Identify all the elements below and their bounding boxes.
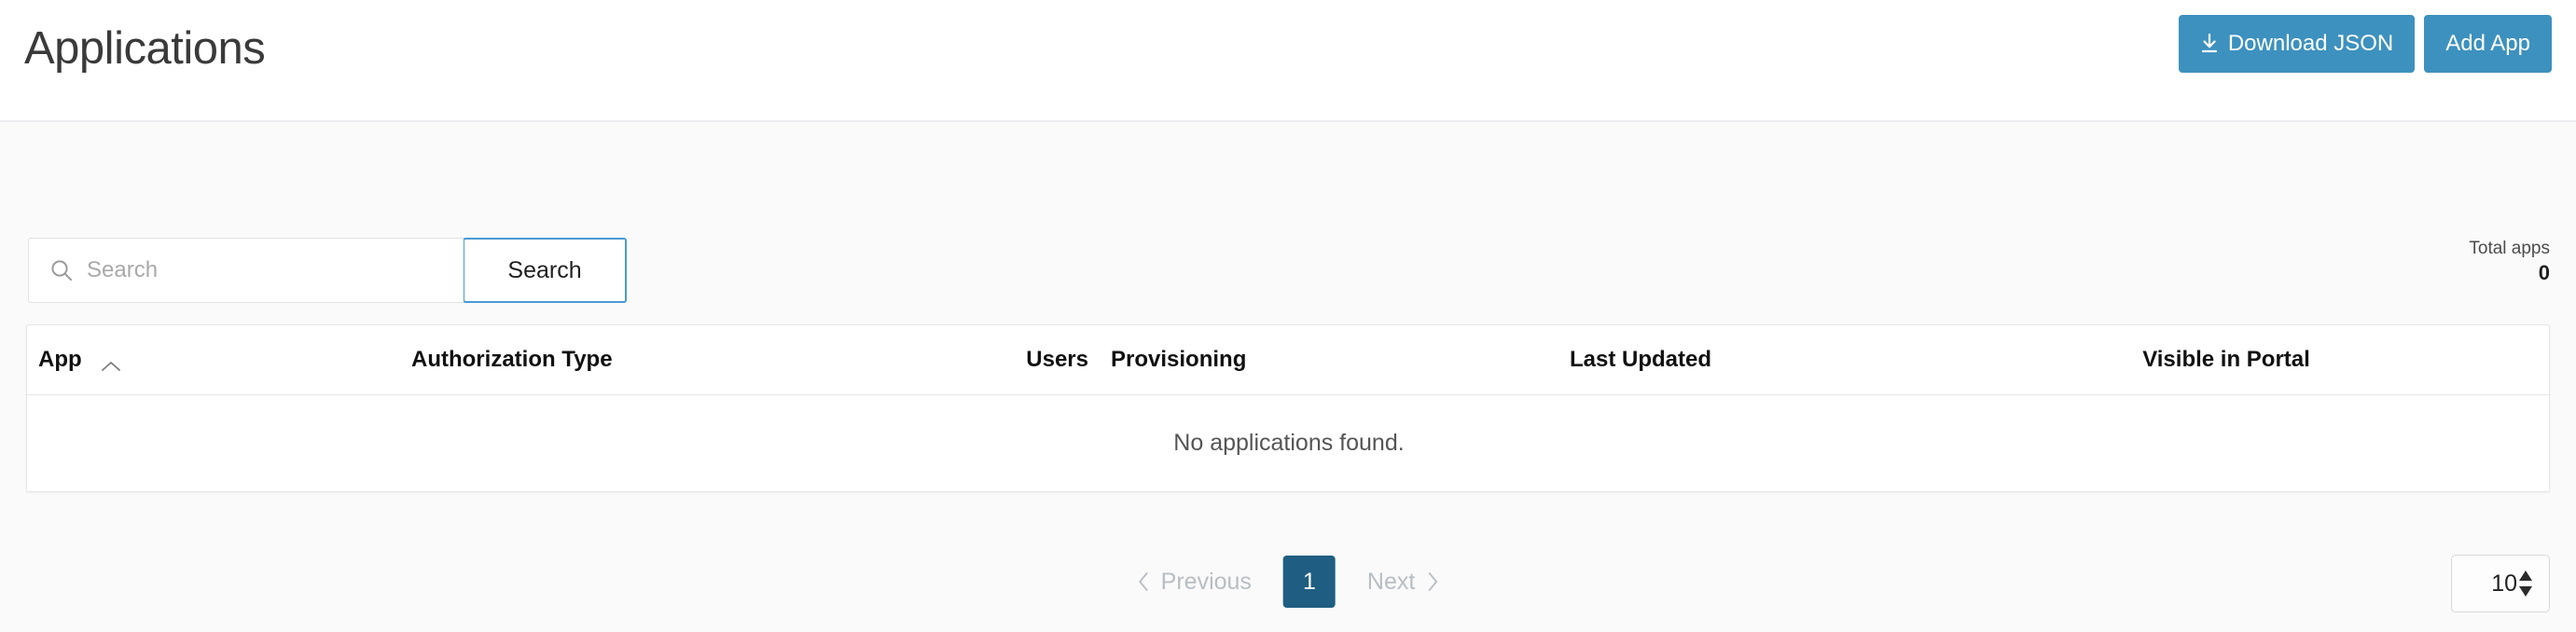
previous-page-label: Previous [1160,568,1252,595]
total-apps-summary: Total apps 0 [2469,238,2550,285]
pagination: Previous 1 Next [1119,556,1458,608]
toolbar: Search Total apps 0 [0,122,2576,324]
chevron-left-icon [1138,571,1150,592]
download-json-button[interactable]: Download JSON [2178,15,2416,73]
search-group: Search [28,238,627,303]
table-header: App Authorization Type Users Provisionin… [27,325,2549,395]
column-header-provisioning-label: Provisioning [1111,346,1247,372]
add-app-label: Add App [2445,31,2530,56]
search-field[interactable] [28,238,464,303]
column-header-last-updated[interactable]: Last Updated [1379,325,1902,395]
empty-state-message: No applications found. [1173,429,1405,456]
total-apps-value: 0 [2538,260,2550,284]
column-header-provisioning[interactable]: Provisioning [1100,325,1379,395]
column-header-users[interactable]: Users [838,325,1100,395]
search-submit-button[interactable]: Search [463,238,627,303]
column-header-authorization-type-label: Authorization Type [411,346,613,372]
previous-page-button[interactable]: Previous [1119,561,1270,603]
column-header-authorization-type[interactable]: Authorization Type [400,325,838,395]
table-empty-row: No applications found. [27,394,2549,491]
table-body: No applications found. [27,394,2549,491]
chevron-up-icon [101,353,121,372]
total-apps-label: Total apps [2469,239,2550,258]
chevron-right-icon [1426,571,1438,592]
add-app-button[interactable]: Add App [2424,15,2552,73]
pagination-bar: Previous 1 Next 102550100 [0,548,2576,632]
column-header-app[interactable]: App [27,325,400,395]
search-submit-label: Search [507,256,582,283]
header-actions: Download JSON Add App [2178,15,2552,73]
column-header-users-label: Users [1026,346,1088,372]
table-header-row: App Authorization Type Users Provisionin… [27,325,2549,395]
download-json-label: Download JSON [2227,31,2394,56]
column-header-visible-in-portal-label: Visible in Portal [2142,346,2310,372]
page-size-wrapper: 102550100 [2451,555,2550,612]
search-input[interactable] [29,239,464,302]
applications-page: Applications Download JSON Add App Searc… [0,0,2576,632]
column-header-visible-in-portal[interactable]: Visible in Portal [1902,325,2549,395]
page-number-label: 1 [1302,568,1316,595]
applications-table-card: App Authorization Type Users Provisionin… [26,324,2550,492]
page-title: Applications [24,23,266,74]
next-page-button[interactable]: Next [1349,561,1457,603]
page-header: Applications Download JSON Add App [0,0,2576,122]
column-header-app-label: App [38,346,82,372]
next-page-label: Next [1366,568,1416,595]
page-size-select[interactable]: 102550100 [2451,555,2550,612]
applications-table: App Authorization Type Users Provisionin… [27,325,2549,491]
column-header-last-updated-label: Last Updated [1569,346,1711,372]
download-icon [2200,33,2219,54]
page-number-button[interactable]: 1 [1282,556,1336,608]
